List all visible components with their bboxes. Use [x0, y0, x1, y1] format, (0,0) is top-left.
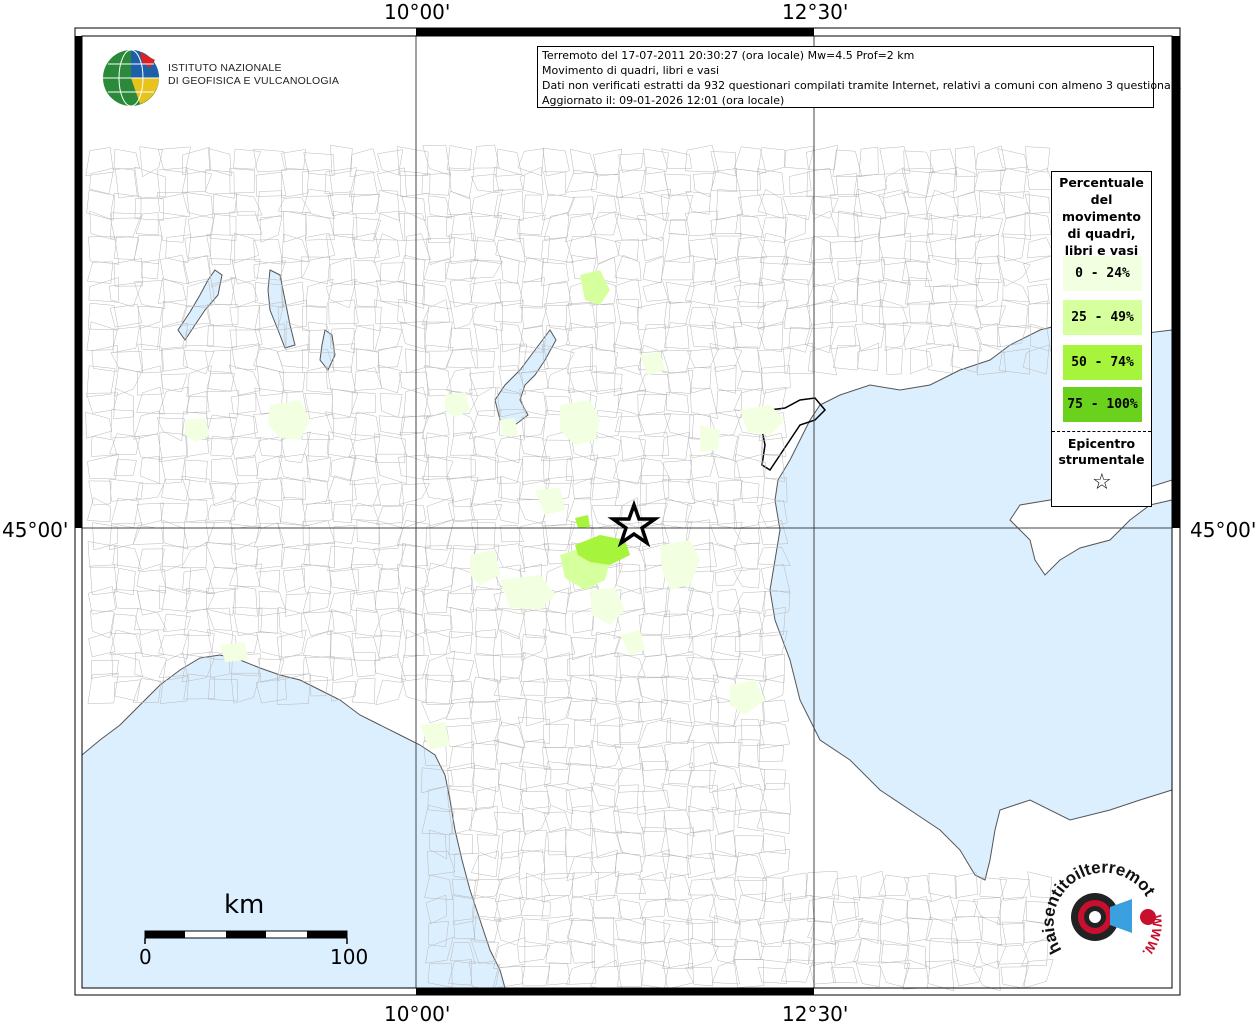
legend: Percentuale del movimento di quadri, lib…: [1051, 171, 1152, 507]
legend-epicenter-label: Epicentro strumentale: [1058, 436, 1145, 467]
earthquake-info-box: Terremoto del 17-07-2011 20:30:27 (ora l…: [537, 46, 1182, 108]
muni-0-24: [220, 642, 248, 662]
ingv-name-line2: DI GEOFISICA E VULCANOLOGIA: [168, 75, 340, 87]
info-parameter: Movimento di quadri, libri e vasi: [542, 64, 720, 77]
legend-class-25-49: 25 - 49%: [1063, 300, 1142, 335]
info-source: Dati non verificati estratti da 932 ques…: [542, 79, 1182, 92]
legend-class-50-74: 50 - 74%: [1063, 345, 1142, 380]
ingv-name-line1: ISTITUTO NAZIONALE: [168, 62, 282, 74]
legend-title: Percentuale del movimento di quadri, lib…: [1059, 175, 1144, 258]
lat-label-left: 45°00': [2, 518, 69, 542]
info-updated: Aggiornato il: 09-01-2026 12:01 (ora loc…: [542, 94, 785, 107]
globe-icon: [103, 49, 159, 107]
scale-unit: km: [224, 890, 265, 920]
site-logo-graphic: haisentitoilterremoto.it WWW.: [1035, 840, 1165, 960]
legend-divider: [1052, 431, 1151, 432]
lon-label-bottom-right: 12°30': [782, 1002, 849, 1026]
lon-label-top-left: 10°00': [384, 0, 451, 24]
legend-star-icon: ☆: [1092, 470, 1112, 495]
lon-label-top-right: 12°30': [782, 0, 849, 24]
legend-class-0-24: 0 - 24%: [1063, 256, 1142, 291]
info-event: Terremoto del 17-07-2011 20:30:27 (ora l…: [542, 49, 915, 62]
scale-min: 0: [139, 945, 152, 969]
muni-0-24: [500, 418, 518, 437]
haisentito-logo: haisentitoilterremoto.it WWW.: [1035, 840, 1170, 985]
scale-max: 100: [330, 945, 369, 969]
ingv-name: ISTITUTO NAZIONALE DI GEOFISICA E VULCAN…: [168, 62, 339, 88]
lon-label-bottom-left: 10°00': [384, 1002, 451, 1026]
lat-label-right: 45°00': [1190, 518, 1255, 542]
legend-class-75-100: 75 - 100%: [1063, 387, 1142, 422]
